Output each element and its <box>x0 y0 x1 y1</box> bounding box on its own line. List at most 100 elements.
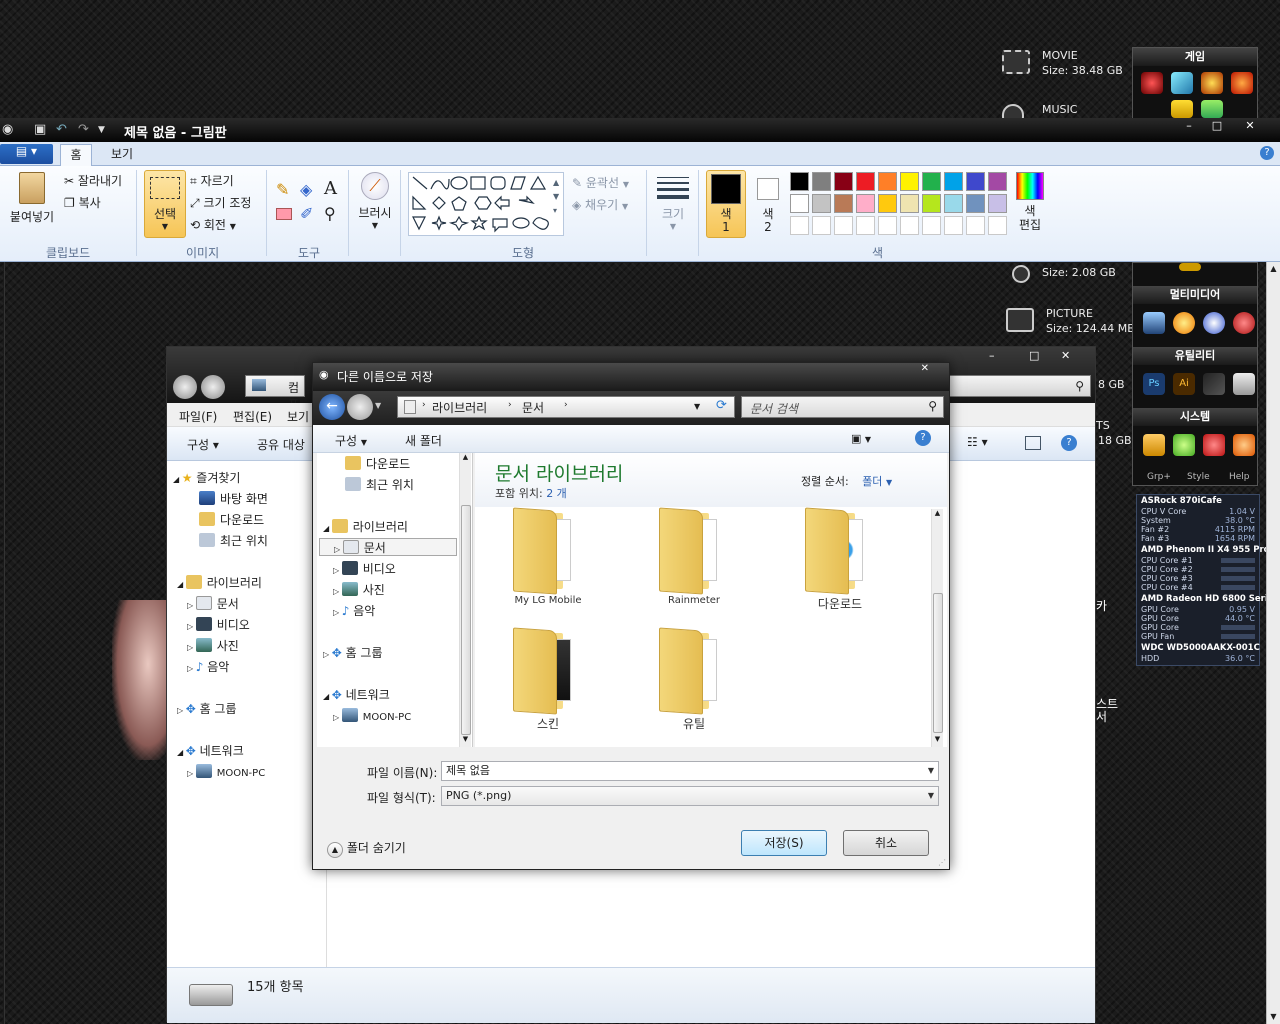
select-button[interactable]: 선택 ▼ <box>144 170 186 238</box>
color2-button[interactable]: 색2 <box>750 170 786 238</box>
dlg-nav-network[interactable]: ◢ ✥ 네트워크 <box>323 686 390 703</box>
nav-music[interactable]: ▷ ♪ 음악 <box>187 658 229 675</box>
new-folder-button[interactable]: 새 폴더 <box>405 432 442 449</box>
color-picker-icon[interactable]: ✐ <box>300 204 313 223</box>
palette-swatch[interactable] <box>944 216 963 235</box>
forward-button[interactable] <box>347 394 373 420</box>
nav-favorites[interactable]: ◢ ★ 즐겨찾기 <box>173 469 240 486</box>
dlg-nav-pictures[interactable]: ▷ 사진 <box>333 581 385 598</box>
explorer-minimize-button[interactable]: – <box>989 349 995 362</box>
nav-docs[interactable]: ▷ 문서 <box>187 595 239 612</box>
palette-swatch[interactable] <box>966 172 985 191</box>
dlg-nav-recent[interactable]: 최근 위치 <box>345 476 414 493</box>
nav-pc[interactable]: ▷ MOON-PC <box>187 764 265 779</box>
nav-desktop[interactable]: 바탕 화면 <box>199 490 268 507</box>
rotate-button[interactable]: ⟲ 회전 ▼ <box>190 216 236 233</box>
explorer-address-bar[interactable]: 컴퓨 <box>245 375 305 412</box>
palette-swatch[interactable] <box>878 194 897 213</box>
palette-swatch[interactable] <box>922 172 941 191</box>
folder-item[interactable]: 다운로드 <box>795 507 885 612</box>
paste-button[interactable]: 붙여넣기 <box>6 170 58 238</box>
explorer-search-partial[interactable]: ⚲ <box>947 375 1091 397</box>
quick-access-dropdown-icon[interactable]: ▼ <box>98 125 105 135</box>
explorer-maximize-button[interactable]: □ <box>1029 349 1039 362</box>
palette-swatch[interactable] <box>988 216 1007 235</box>
menu-edit[interactable]: 편집(E) <box>233 408 272 425</box>
folder-item[interactable]: 스킨 <box>503 627 593 732</box>
palette-swatch[interactable] <box>922 216 941 235</box>
explorer-back-icon[interactable] <box>173 375 197 399</box>
preview-pane-icon[interactable] <box>1025 436 1041 450</box>
palette-swatch[interactable] <box>900 216 919 235</box>
outline-dropdown[interactable]: ✎ 윤곽선 ▼ <box>572 174 629 191</box>
dialog-close-button[interactable]: ✕ <box>921 363 929 374</box>
tab-home[interactable]: 홈 <box>60 144 92 166</box>
folder-item[interactable]: 유틸 <box>649 627 739 732</box>
palette-swatch[interactable] <box>900 194 919 213</box>
paint-vertical-scrollbar[interactable]: ▲ ▼ <box>1266 262 1280 1024</box>
explorer-organize-button[interactable]: 구성 ▾ <box>187 436 219 453</box>
palette-swatch[interactable] <box>812 194 831 213</box>
save-icon[interactable]: ▣ <box>34 122 46 137</box>
sort-by[interactable]: 정렬 순서: 폴더 ▼ <box>801 473 892 489</box>
help-icon[interactable]: ? <box>1260 146 1274 160</box>
game-icon-6[interactable] <box>1201 100 1223 118</box>
palette-swatch[interactable] <box>944 172 963 191</box>
nav-network[interactable]: ◢ ✥ 네트워크 <box>177 742 244 759</box>
palette-swatch[interactable] <box>790 216 809 235</box>
fill-dropdown[interactable]: ◈ 채우기 ▼ <box>572 196 628 213</box>
dlg-nav-homegroup[interactable]: ▷ ✥ 홈 그룹 <box>323 644 383 661</box>
palette-swatch[interactable] <box>878 216 897 235</box>
nav-pictures[interactable]: ▷ 사진 <box>187 637 239 654</box>
cut-button[interactable]: ✂ 잘라내기 <box>64 172 122 189</box>
shapes-scroll-icon[interactable]: ▲ ▼ ▾ <box>553 176 559 218</box>
dlg-nav-libraries[interactable]: ◢ 라이브러리 <box>323 518 408 535</box>
crop-button[interactable]: ⌗ 자르기 <box>190 172 234 189</box>
dlg-nav-downloads[interactable]: 다운로드 <box>345 455 410 472</box>
nav-video[interactable]: ▷ 비디오 <box>187 616 250 633</box>
dlg-nav-video[interactable]: ▷ 비디오 <box>333 560 396 577</box>
explorer-forward-icon[interactable] <box>201 375 225 399</box>
recent-pages-dropdown[interactable]: ▼ <box>375 401 381 410</box>
magnifier-icon[interactable]: ⚲ <box>324 204 336 223</box>
palette-swatch[interactable] <box>988 194 1007 213</box>
hide-folders-toggle[interactable]: ▲ 폴더 숨기기 <box>327 839 406 858</box>
game-icon-1[interactable] <box>1141 72 1163 94</box>
palette-swatch[interactable] <box>900 172 919 191</box>
palette-swatch[interactable] <box>922 194 941 213</box>
game-icon-5[interactable] <box>1171 100 1193 118</box>
dialog-help-icon[interactable]: ? <box>915 430 931 446</box>
breadcrumb[interactable]: › 라이브러리 › 문서 › ▼ ⟳ <box>397 396 735 418</box>
tab-view[interactable]: 보기 <box>104 144 140 166</box>
nav-downloads[interactable]: 다운로드 <box>199 511 264 528</box>
pencil-icon[interactable]: ✎ <box>276 180 289 199</box>
explorer-help-icon[interactable]: ? <box>1061 435 1077 451</box>
palette-swatch[interactable] <box>790 172 809 191</box>
palette-swatch[interactable] <box>834 216 853 235</box>
close-button[interactable]: ✕ <box>1232 120 1268 134</box>
color1-button[interactable]: 색1 <box>706 170 746 238</box>
game-icon-4[interactable] <box>1231 72 1253 94</box>
folder-item[interactable]: Rainmeter <box>649 507 739 606</box>
menu-view[interactable]: 보기 <box>287 408 309 425</box>
palette-swatch[interactable] <box>812 216 831 235</box>
game-icon-2[interactable] <box>1171 72 1193 94</box>
dialog-title-bar[interactable]: ◉ 다른 이름으로 저장 ✕ <box>313 363 949 391</box>
dlg-nav-pc[interactable]: ▷ MOON-PC <box>333 708 411 723</box>
dialog-nav-scrollbar[interactable]: ▲ ▼ <box>459 453 471 747</box>
palette-swatch[interactable] <box>966 216 985 235</box>
explorer-close-button[interactable]: ✕ <box>1061 349 1070 362</box>
fill-icon[interactable]: ◈ <box>300 180 312 199</box>
palette-swatch[interactable] <box>834 172 853 191</box>
palette-swatch[interactable] <box>988 172 1007 191</box>
palette-swatch[interactable] <box>944 194 963 213</box>
filename-input[interactable]: 제목 없음 ▼ <box>441 761 939 781</box>
shapes-gallery[interactable] <box>408 172 564 236</box>
edit-colors-button[interactable]: 색 편집 <box>1012 170 1048 240</box>
address-dropdown-icon[interactable]: ▼ <box>694 402 700 411</box>
minimize-button[interactable]: – <box>1174 120 1204 134</box>
palette-swatch[interactable] <box>834 194 853 213</box>
palette-swatch[interactable] <box>856 216 875 235</box>
brush-button[interactable]: ⟋ 브러시 ▼ <box>356 172 394 238</box>
palette-swatch[interactable] <box>812 172 831 191</box>
